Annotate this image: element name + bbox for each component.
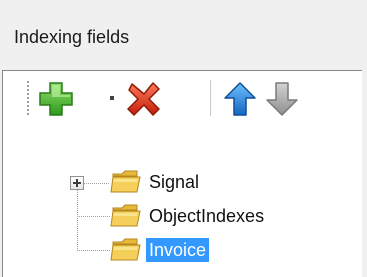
toolbar-grip[interactable] <box>26 80 30 116</box>
folder-icon <box>110 238 141 261</box>
indexing-fields-panel: Indexing fields Signal ObjectIndexes Inv… <box>0 0 367 277</box>
tree-item-signal[interactable]: Signal <box>60 168 360 198</box>
tree-item-objectindexes[interactable]: ObjectIndexes <box>60 202 360 232</box>
expand-icon[interactable] <box>70 176 84 190</box>
move-up-button[interactable] <box>222 81 256 116</box>
chevron-down-icon[interactable] <box>108 95 116 101</box>
toolbar <box>26 76 356 122</box>
tree-item-label: Invoice <box>146 238 210 262</box>
tree-item-label: Signal <box>149 172 200 192</box>
folder-icon <box>110 170 141 193</box>
delete-x-icon <box>127 82 160 116</box>
tree-item-label: ObjectIndexes <box>149 206 265 226</box>
tree-item-invoice[interactable]: Invoice <box>60 236 360 266</box>
toolbar-separator <box>210 80 211 116</box>
add-button[interactable] <box>38 81 73 116</box>
arrow-down-icon <box>266 82 298 116</box>
plus-icon <box>39 82 73 116</box>
arrow-up-icon <box>224 82 256 116</box>
panel-title: Indexing fields <box>14 27 130 47</box>
move-down-button[interactable] <box>264 81 298 116</box>
folder-icon <box>110 204 141 227</box>
delete-button[interactable] <box>126 81 160 116</box>
